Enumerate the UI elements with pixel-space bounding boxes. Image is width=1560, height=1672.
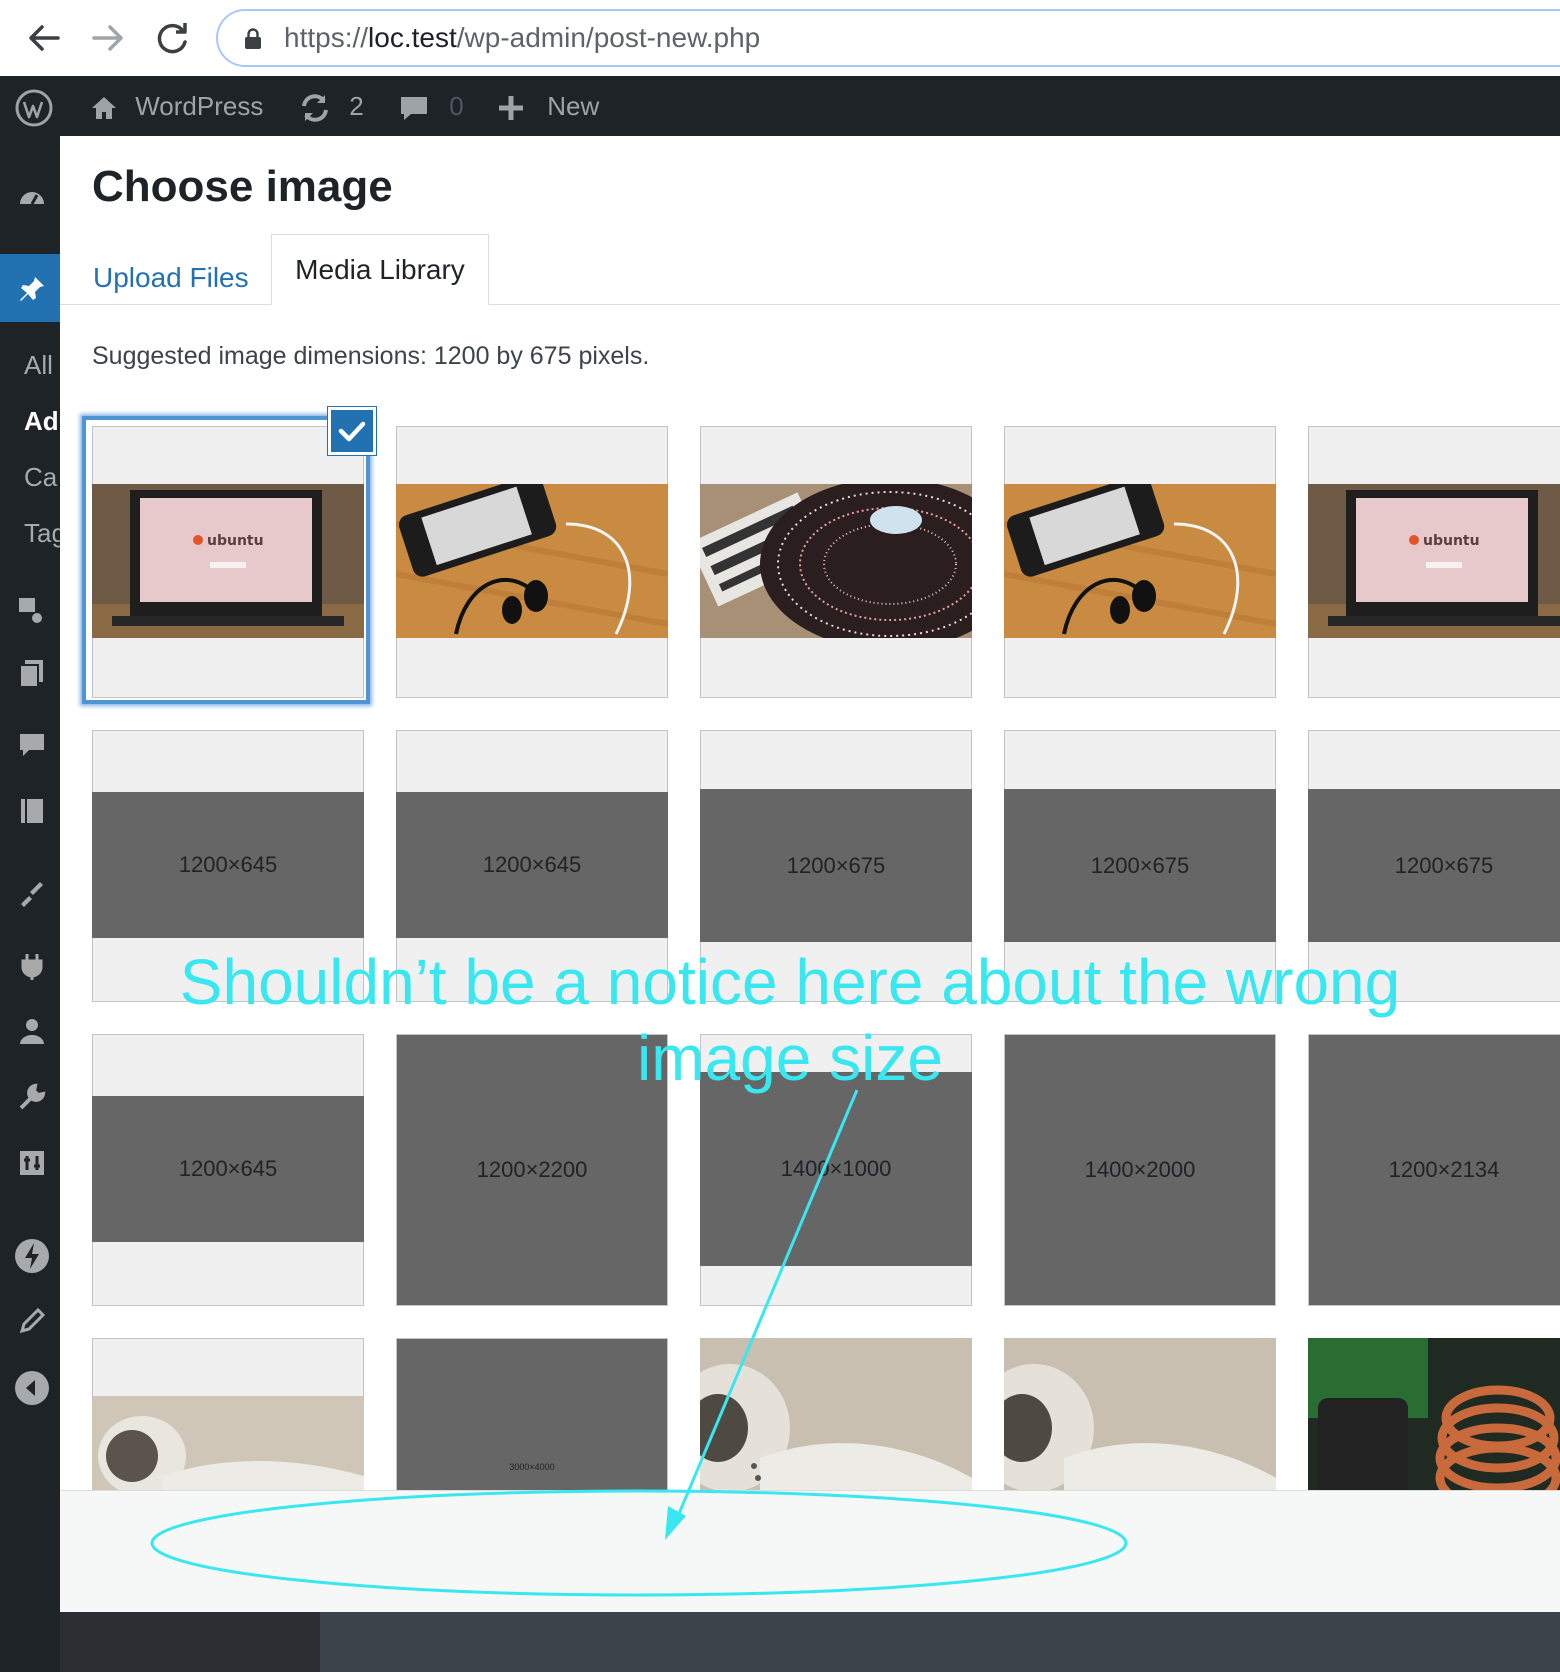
sidebar-item-posts[interactable] xyxy=(0,254,60,322)
placeholder-size-label: 1400×1000 xyxy=(700,1072,972,1266)
attachment-thumbnail[interactable] xyxy=(396,426,668,698)
laptop-ubuntu-photo: ubuntu xyxy=(1308,484,1560,638)
browser-toolbar: https://loc.test/wp-admin/post-new.php xyxy=(0,0,1560,76)
earbuds-photo xyxy=(92,1396,364,1490)
updates-link[interactable]: 2 xyxy=(298,76,364,136)
attachment-thumbnail[interactable] xyxy=(1308,1338,1560,1490)
users-icon[interactable] xyxy=(17,1016,47,1046)
wp-admin-bar: WordPress 2 0 New xyxy=(0,76,1560,136)
reload-icon[interactable] xyxy=(148,14,196,62)
address-bar[interactable]: https://loc.test/wp-admin/post-new.php xyxy=(216,9,1560,67)
updates-icon xyxy=(302,94,328,122)
wordpress-logo-icon[interactable] xyxy=(14,76,54,136)
svg-text:ubuntu: ubuntu xyxy=(207,533,264,549)
site-name-link[interactable]: WordPress xyxy=(88,76,263,136)
pages-icon[interactable] xyxy=(17,658,47,688)
attachment-thumbnail[interactable] xyxy=(700,1338,972,1490)
url-text: https://loc.test/wp-admin/post-new.php xyxy=(284,22,761,53)
modal-toolbar xyxy=(60,1490,1560,1612)
home-icon xyxy=(92,97,116,120)
media-modal: Choose image Upload Files Media Library … xyxy=(60,136,1560,1612)
placeholder-size-label: 1200×675 xyxy=(700,789,972,942)
attachment-thumbnail[interactable]: 3000×4000 xyxy=(396,1338,668,1490)
forward-arrow-icon[interactable] xyxy=(84,14,132,62)
pin-icon xyxy=(20,277,44,301)
placeholder-size-label: 3000×4000 xyxy=(509,1462,555,1472)
plus-icon xyxy=(499,96,523,121)
comments-icon[interactable] xyxy=(17,730,47,760)
comment-icon xyxy=(401,97,427,121)
selected-check-icon[interactable] xyxy=(328,407,376,455)
attachment-thumbnail[interactable]: ubuntu xyxy=(1308,426,1560,698)
back-arrow-icon[interactable] xyxy=(20,14,68,62)
laptop-ubuntu-photo: ubuntu xyxy=(92,484,364,638)
book-icon[interactable] xyxy=(17,796,47,826)
phone-earphones-photo xyxy=(396,484,668,638)
earbuds-photo xyxy=(700,1338,972,1490)
sidebar-subitem-categories[interactable]: Ca xyxy=(24,462,57,493)
sidebar-subitem-add[interactable]: Ad xyxy=(24,406,59,437)
attachment-thumbnail[interactable] xyxy=(1004,1338,1276,1490)
placeholder-size-label: 1200×645 xyxy=(92,1096,364,1242)
earbuds-photo xyxy=(1004,1338,1276,1490)
attachment-thumbnail[interactable]: ubuntu xyxy=(92,426,364,698)
attachment-thumbnail[interactable] xyxy=(1004,426,1276,698)
settings-icon[interactable] xyxy=(17,1148,47,1178)
placeholder-size-label: 1200×675 xyxy=(1004,789,1276,942)
collapse-menu-icon[interactable] xyxy=(14,1370,50,1406)
plugins-icon[interactable] xyxy=(17,950,47,980)
lightning-icon[interactable] xyxy=(14,1238,50,1274)
sidebar-subitem-all[interactable]: All xyxy=(24,350,53,381)
turntable-photo xyxy=(700,484,972,638)
dashboard-icon[interactable] xyxy=(17,182,47,212)
tools-icon[interactable] xyxy=(17,1082,47,1112)
pencil-icon[interactable] xyxy=(17,1306,47,1336)
phone-earphones-photo xyxy=(1004,484,1276,638)
new-content-link[interactable]: New xyxy=(496,76,599,136)
copper-coil-photo xyxy=(1308,1338,1560,1490)
annotation-text: Shouldn’t be a notice here about the wro… xyxy=(179,946,1401,1094)
comments-link[interactable]: 0 xyxy=(398,76,464,136)
admin-sidebar: All Ad Ca Tag xyxy=(0,136,66,1672)
page-background xyxy=(320,1612,1560,1672)
lock-icon xyxy=(245,28,261,49)
placeholder-size-label: 1200×645 xyxy=(396,792,668,938)
placeholder-size-label: 1200×645 xyxy=(92,792,364,938)
placeholder-size-label: 1200×675 xyxy=(1308,789,1560,942)
attachment-thumbnail[interactable] xyxy=(700,426,972,698)
attachment-thumbnail[interactable] xyxy=(92,1338,364,1490)
svg-text:ubuntu: ubuntu xyxy=(1423,533,1480,549)
media-icon[interactable] xyxy=(17,594,47,624)
attachments-grid: ubuntu ubuntu 1200×645 1200×645 1200×675… xyxy=(60,136,1560,1490)
appearance-icon[interactable] xyxy=(17,878,47,908)
